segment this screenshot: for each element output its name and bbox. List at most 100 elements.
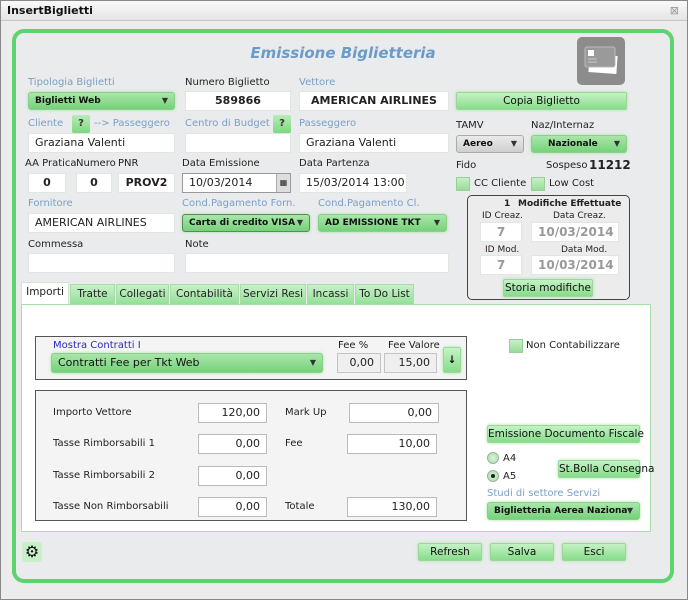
tab-contabilita[interactable]: Contabilità xyxy=(170,284,239,304)
chevron-down-icon: ▼ xyxy=(510,139,517,148)
importi-panel: Mostra Contratti I Contratti Fee per Tkt… xyxy=(21,304,654,532)
tamv-value: Aereo xyxy=(463,139,493,149)
chevron-down-icon: ▼ xyxy=(433,218,440,227)
tasse-rimb-2-field[interactable]: 0,00 xyxy=(198,466,267,486)
a5-radio[interactable] xyxy=(487,470,499,482)
tab-incassi[interactable]: Incassi xyxy=(307,284,354,304)
page-title: Emissione Biglietteria xyxy=(250,44,436,62)
studi-settore-value: Biglietteria Aerea Naziona xyxy=(494,506,628,516)
fee-valore-label: Fee Valore xyxy=(388,340,440,351)
fee-field[interactable]: 10,00 xyxy=(347,434,437,454)
markup-label: Mark Up xyxy=(285,407,327,418)
data-partenza-label: Data Partenza xyxy=(299,158,370,169)
non-contabilizzare-checkbox[interactable] xyxy=(509,339,523,353)
contratti-select[interactable]: Contratti Fee per Tkt Web ▼ xyxy=(51,353,323,373)
totale-field[interactable]: 130,00 xyxy=(347,497,437,517)
chevron-down-icon: ▼ xyxy=(161,96,168,105)
tipologia-value: Biglietti Web xyxy=(35,96,101,106)
st-bolla-consegna-button[interactable]: St.Bolla Consegna xyxy=(558,460,654,478)
cond-pagamento-cl-label: Cond.Pagamento Cl. xyxy=(318,198,420,209)
window-title: InsertBiglietti xyxy=(7,4,93,17)
credit-card-icon xyxy=(577,37,625,85)
apply-fee-button[interactable]: ↓ xyxy=(443,347,461,373)
fee-pct-field[interactable]: 0,00 xyxy=(337,353,381,373)
studi-settore-select[interactable]: Biglietteria Aerea Naziona ▼ xyxy=(487,502,640,520)
id-creaz-label: ID Creaz. xyxy=(482,211,523,221)
a4-radio[interactable] xyxy=(487,452,499,464)
data-emissione-field[interactable]: 10/03/2014 ▦ xyxy=(182,173,291,193)
close-icon[interactable]: ⊠ xyxy=(670,4,679,17)
centro-budget-field[interactable] xyxy=(185,133,291,153)
salva-button[interactable]: Salva xyxy=(490,543,554,561)
copia-biglietto-button[interactable]: Copia Biglietto xyxy=(456,92,627,110)
cc-cliente-checkbox[interactable] xyxy=(456,177,470,191)
commessa-label: Commessa xyxy=(28,239,84,250)
contratti-box: Mostra Contratti I Contratti Fee per Tkt… xyxy=(35,336,467,380)
tab-collegati[interactable]: Collegati xyxy=(116,284,169,304)
vettore-field[interactable]: AMERICAN AIRLINES xyxy=(299,91,449,111)
fee-valore-field[interactable]: 15,00 xyxy=(384,353,437,373)
id-creaz-field: 7 xyxy=(480,222,522,242)
sospeso-label: Sospeso xyxy=(546,160,588,171)
passeggero-link[interactable]: --> Passeggero xyxy=(94,118,170,129)
tab-to-do-list[interactable]: To Do List xyxy=(355,284,414,304)
aa-pratica-field[interactable]: 0 xyxy=(28,173,66,193)
sospeso-value: 11212 xyxy=(589,158,631,172)
vettore-label: Vettore xyxy=(299,77,336,88)
fee-pct-label: Fee % xyxy=(338,340,369,351)
tasse-rimb-1-field[interactable]: 0,00 xyxy=(198,434,267,454)
fido-label: Fido xyxy=(456,160,477,171)
settings-gear-icon[interactable]: ⚙ xyxy=(22,542,42,562)
a4-label: A4 xyxy=(503,453,517,464)
cliente-field[interactable]: Graziana Valenti xyxy=(28,133,175,153)
note-field[interactable] xyxy=(185,253,449,273)
insert-biglietti-window: InsertBiglietti ⊠ Emissione Biglietteria… xyxy=(0,0,688,600)
data-mod-field: 10/03/2014 xyxy=(531,255,619,275)
tab-tratte[interactable]: Tratte xyxy=(70,284,115,304)
refresh-button[interactable]: Refresh xyxy=(418,543,482,561)
naz-internaz-value: Nazionale xyxy=(548,139,598,149)
low-cost-checkbox[interactable] xyxy=(531,177,545,191)
fornitore-label: Fornitore xyxy=(28,198,73,209)
id-mod-field: 7 xyxy=(480,255,522,275)
tab-servizi-resi[interactable]: Servizi Resi xyxy=(240,284,306,304)
naz-internaz-label: Naz/Internaz xyxy=(531,120,595,131)
cliente-label[interactable]: Cliente xyxy=(28,118,63,129)
data-mod-label: Data Mod. xyxy=(561,245,608,255)
passeggero-field[interactable]: Graziana Valenti xyxy=(299,133,449,153)
numero-biglietto-field[interactable]: 589866 xyxy=(185,91,291,111)
aa-pratica-label: AA Pratica xyxy=(25,158,77,169)
chevron-down-icon: ▼ xyxy=(626,506,633,515)
data-partenza-field[interactable]: 15/03/2014 13:00 xyxy=(299,173,407,193)
mostra-contratti-label: Mostra Contratti I xyxy=(53,340,141,351)
centro-budget-help-button[interactable]: ? xyxy=(273,115,291,133)
tasse-rimb-1-label: Tasse Rimborsabili 1 xyxy=(53,438,155,449)
tamv-label: TAMV xyxy=(456,120,484,131)
data-emissione-value: 10/03/2014 xyxy=(189,176,253,189)
importi-box: Importo Vettore 120,00 Mark Up 0,00 Tass… xyxy=(35,390,467,521)
title-bar: InsertBiglietti ⊠ xyxy=(1,1,687,21)
cond-pagamento-cl-select[interactable]: AD EMISSIONE TKT ▼ xyxy=(318,214,447,232)
arrow-down-icon: ↓ xyxy=(447,354,457,366)
storia-modifiche-button[interactable]: Storia modifiche xyxy=(503,279,593,297)
tab-importi[interactable]: Importi xyxy=(21,282,69,304)
pnr-field[interactable]: PROV2 xyxy=(118,173,175,193)
markup-field[interactable]: 0,00 xyxy=(349,403,439,423)
tamv-select[interactable]: Aereo ▼ xyxy=(456,135,524,153)
tasse-rimb-2-label: Tasse Rimborsabili 2 xyxy=(53,470,155,481)
naz-internaz-select[interactable]: Nazionale ▼ xyxy=(531,135,627,153)
cliente-help-button[interactable]: ? xyxy=(72,115,90,133)
fornitore-field[interactable]: AMERICAN AIRLINES xyxy=(28,213,175,233)
data-creaz-field: 10/03/2014 xyxy=(531,222,619,242)
commessa-field[interactable] xyxy=(28,253,175,273)
tipologia-select[interactable]: Biglietti Web ▼ xyxy=(28,92,175,110)
importo-vettore-field[interactable]: 120,00 xyxy=(198,403,267,423)
cond-pagamento-forn-select[interactable]: Carta di credito VISA ▼ xyxy=(182,214,310,232)
emissione-documento-fiscale-button[interactable]: Emissione Documento Fiscale xyxy=(487,425,644,443)
tasse-non-rimb-field[interactable]: 0,00 xyxy=(198,497,267,517)
numero-pratica-field[interactable]: 0 xyxy=(76,173,112,193)
esci-button[interactable]: Esci xyxy=(562,543,626,561)
main-frame: Emissione Biglietteria Tipologia Bigliet… xyxy=(12,29,674,583)
centro-budget-label: Centro di Budget xyxy=(185,118,270,129)
calendar-icon[interactable]: ▦ xyxy=(276,174,290,192)
